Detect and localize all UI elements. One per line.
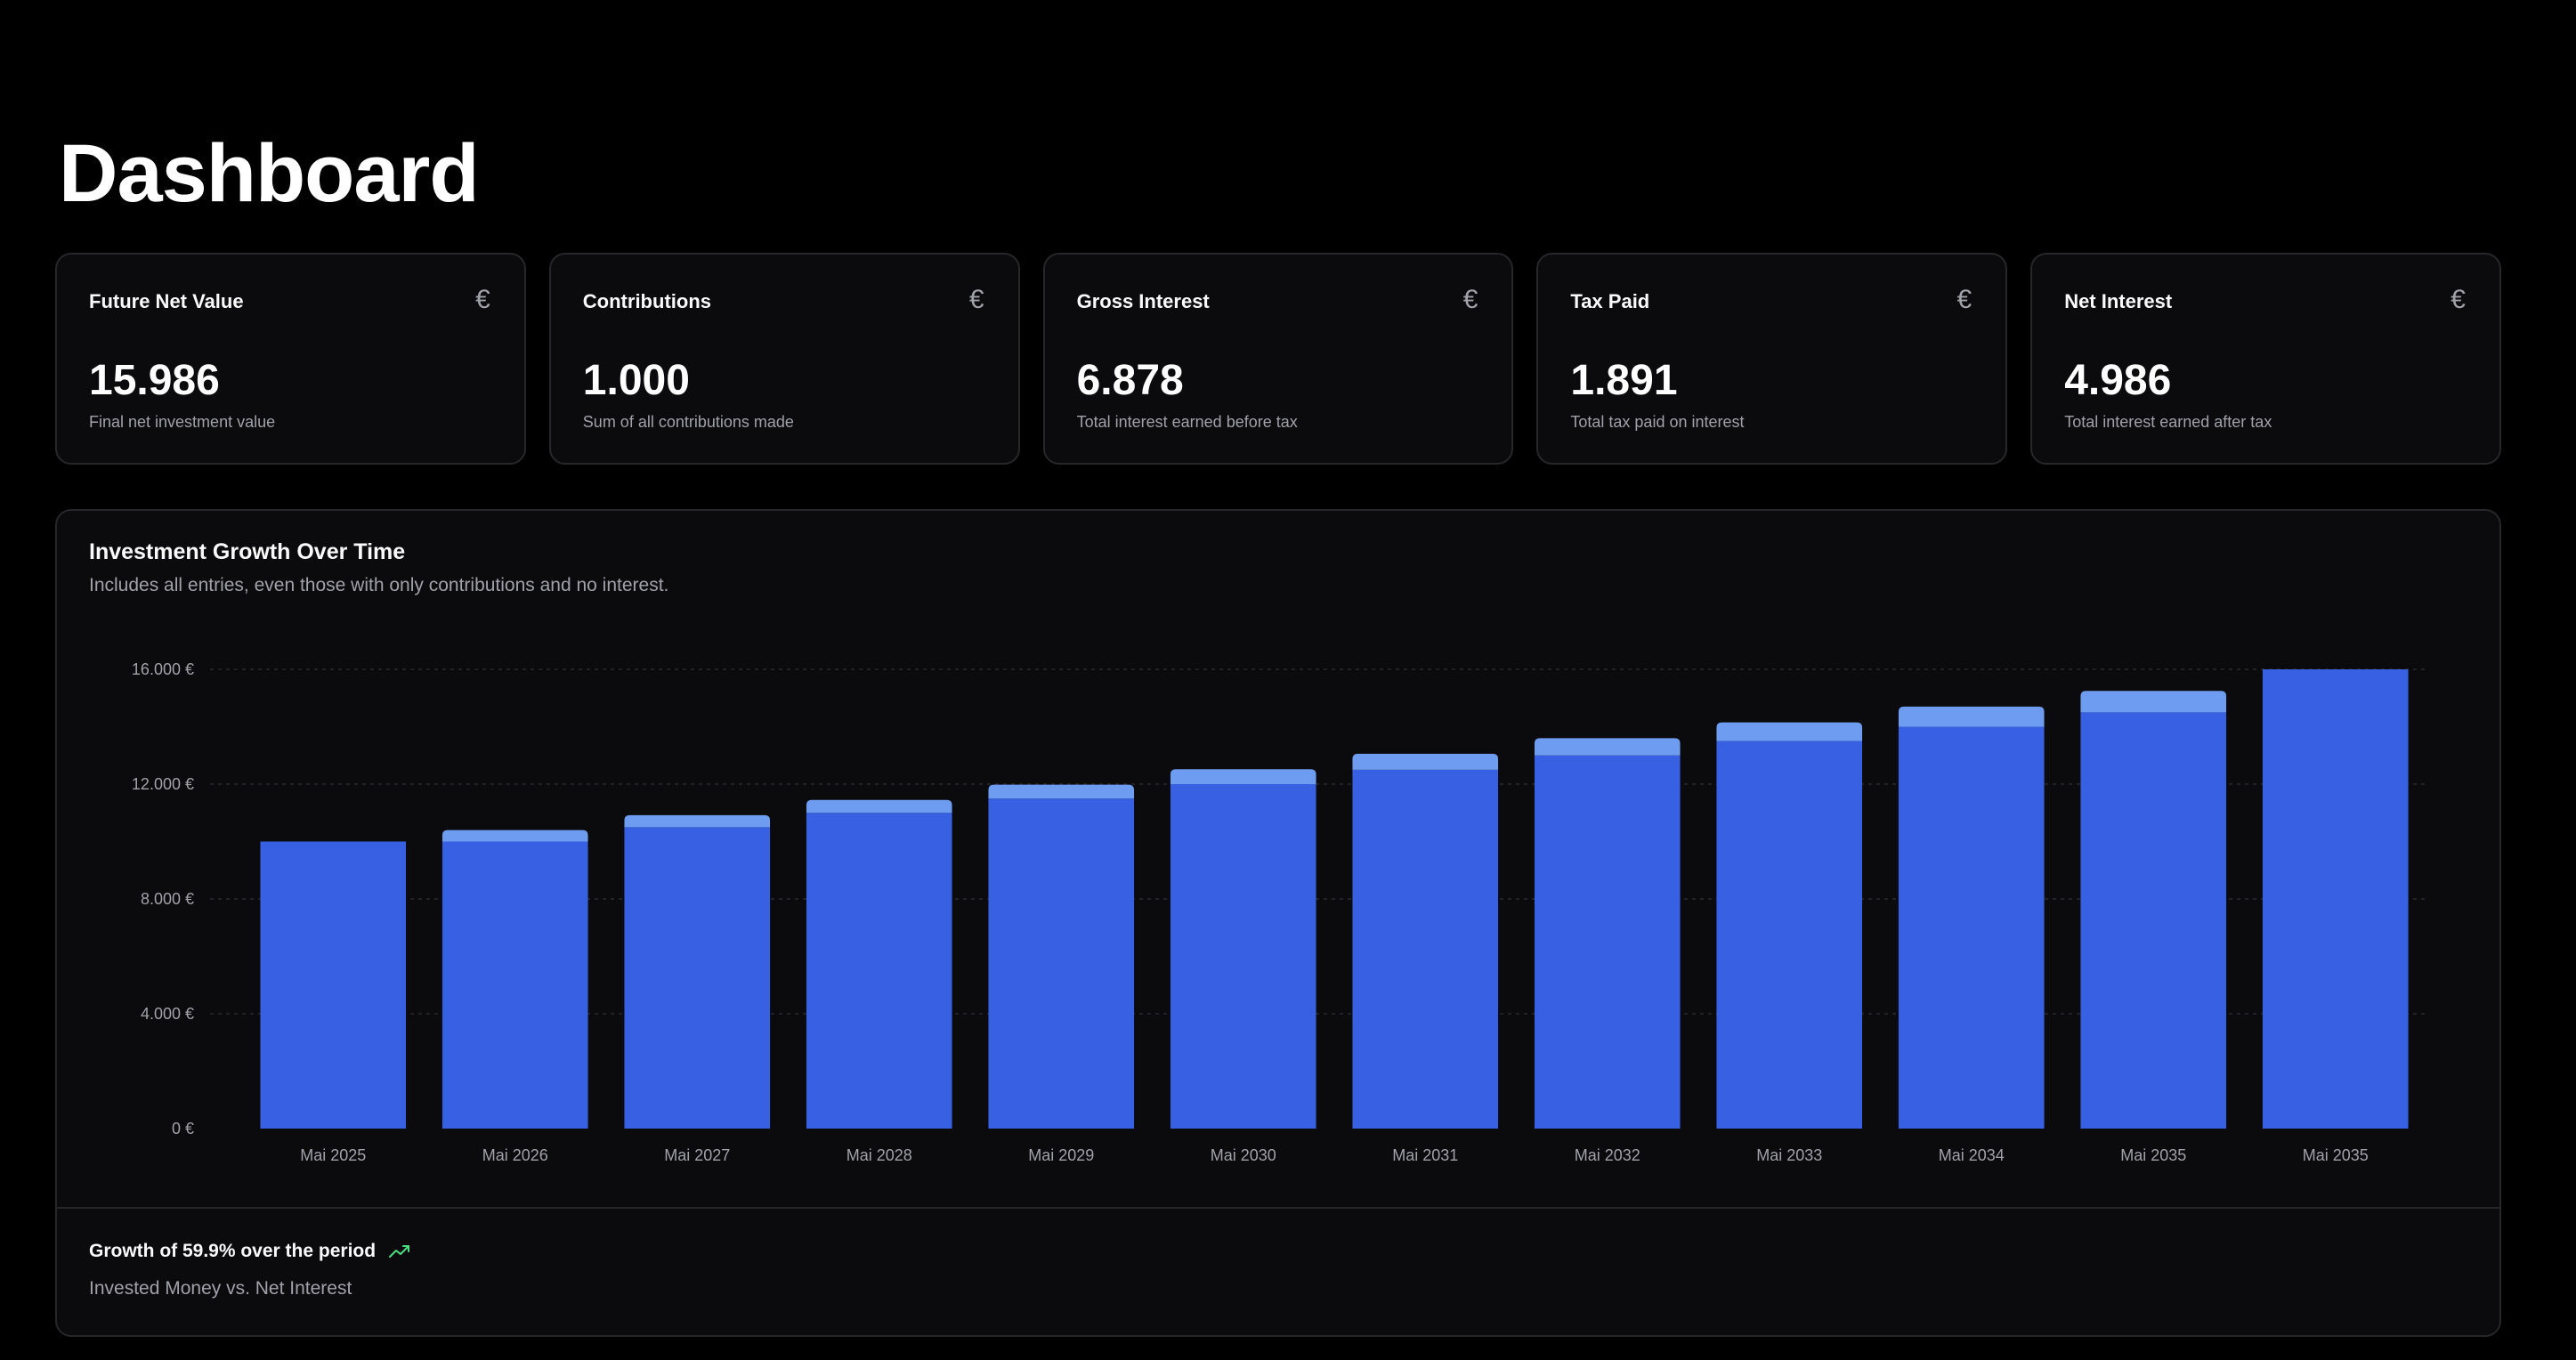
card-tax-paid: Tax Paid € 1.891 Total tax paid on inter… [1536, 253, 2008, 465]
x-tick-label: Mai 2032 [1575, 1146, 1640, 1164]
y-tick-label: 12.000 € [132, 775, 194, 793]
bar-net-interest[interactable] [806, 799, 952, 814]
y-tick-label: 0 € [172, 1120, 194, 1137]
bar-net-interest[interactable] [2080, 691, 2227, 713]
x-tick-label: Mai 2028 [847, 1146, 912, 1164]
card-contributions: Contributions € 1.000 Sum of all contrib… [548, 253, 1020, 465]
bar-invested[interactable] [2080, 712, 2227, 1129]
trending-up-icon [389, 1245, 410, 1258]
x-tick-label: Mai 2034 [1939, 1146, 2005, 1164]
card-title: Net Interest [2064, 290, 2173, 312]
summary-cards: Future Net Value € 15.986 Final net inve… [55, 253, 2501, 465]
growth-text: Growth of 59.9% over the period [89, 1241, 377, 1261]
card-title: Contributions [582, 290, 711, 312]
card-future-net-value: Future Net Value € 15.986 Final net inve… [55, 253, 526, 465]
card-value: 1.000 [582, 357, 690, 404]
euro-icon: € [1462, 285, 1478, 314]
x-tick-label: Mai 2027 [664, 1146, 730, 1164]
bar-invested[interactable] [1898, 726, 2045, 1129]
x-tick-label: Mai 2026 [482, 1146, 548, 1164]
y-axis-ticks: 0 € 4.000 € 8.000 € 12.000 € 16.000 € [132, 660, 194, 1137]
bar-net-interest[interactable] [1898, 706, 2045, 727]
bar-invested[interactable] [1170, 784, 1316, 1129]
card-value: 1.891 [1570, 357, 1678, 404]
bar-net-interest[interactable] [441, 830, 588, 842]
card-value: 6.878 [1076, 357, 1184, 404]
euro-icon: € [968, 285, 984, 314]
bar-net-interest[interactable] [1170, 769, 1316, 784]
euro-icon: € [1956, 285, 1973, 314]
chart-footer-divider [57, 1207, 2499, 1209]
bar-invested[interactable] [2262, 669, 2409, 1129]
x-tick-label: Mai 2029 [1028, 1146, 1094, 1164]
euro-icon: € [2450, 285, 2466, 314]
bar-invested[interactable] [988, 798, 1135, 1129]
investment-growth-bar-chart: 0 € 4.000 € 8.000 € 12.000 € 16.000 € Mai 20… [132, 660, 2426, 1164]
card-value: 15.986 [89, 357, 220, 404]
dashboard-page: Dashboard Future Net Value € 15.986 Fina… [0, 0, 2576, 1360]
bar-net-interest[interactable] [624, 814, 771, 828]
bar-invested[interactable] [1534, 755, 1681, 1129]
card-value: 4.986 [2064, 357, 2172, 404]
chart-caption: Invested Money vs. Net Interest [89, 1278, 352, 1299]
x-tick-label: Mai 2035 [2120, 1146, 2186, 1164]
card-description: Total interest earned before tax [1076, 413, 1298, 431]
x-tick-label: Mai 2030 [1211, 1146, 1276, 1164]
x-axis-ticks: Mai 2025 Mai 2026 Mai 2027 Mai 2028 Mai 2029… [300, 1146, 2369, 1164]
y-tick-label: 8.000 € [141, 890, 194, 908]
x-tick-label: Mai 2031 [1392, 1146, 1458, 1164]
bar-invested[interactable] [441, 841, 588, 1129]
card-description: Sum of all contributions made [582, 413, 794, 431]
growth-summary: Growth of 59.9% over the period [89, 1241, 411, 1262]
bar-net-interest[interactable] [1534, 738, 1681, 756]
y-tick-label: 16.000 € [132, 660, 194, 678]
page-title: Dashboard [59, 128, 480, 219]
card-title: Tax Paid [1570, 290, 1650, 312]
bar-net-interest[interactable] [988, 784, 1135, 799]
bar-net-interest[interactable] [1352, 753, 1499, 770]
x-tick-label: Mai 2033 [1756, 1146, 1822, 1164]
card-net-interest: Net Interest € 4.986 Total interest earn… [2030, 253, 2501, 465]
card-title: Future Net Value [89, 290, 244, 312]
euro-icon: € [475, 285, 490, 314]
card-description: Total tax paid on interest [1570, 413, 1745, 431]
card-description: Final net investment value [89, 413, 276, 431]
bar-invested[interactable] [260, 841, 407, 1129]
card-gross-interest: Gross Interest € 6.878 Total interest ea… [1042, 253, 1514, 465]
card-description: Total interest earned after tax [2064, 413, 2272, 431]
bar-net-interest[interactable] [1716, 722, 1863, 741]
y-tick-label: 4.000 € [141, 1005, 194, 1023]
bar-invested[interactable] [806, 813, 952, 1129]
x-tick-label: Mai 2025 [300, 1146, 366, 1164]
card-title: Gross Interest [1076, 290, 1210, 312]
bar-invested[interactable] [1352, 769, 1499, 1129]
investment-growth-chart-card: Investment Growth Over Time Includes all… [55, 509, 2501, 1337]
x-tick-label: Mai 2035 [2303, 1146, 2369, 1164]
bar-invested[interactable] [624, 827, 771, 1129]
bar-invested[interactable] [1716, 741, 1863, 1129]
